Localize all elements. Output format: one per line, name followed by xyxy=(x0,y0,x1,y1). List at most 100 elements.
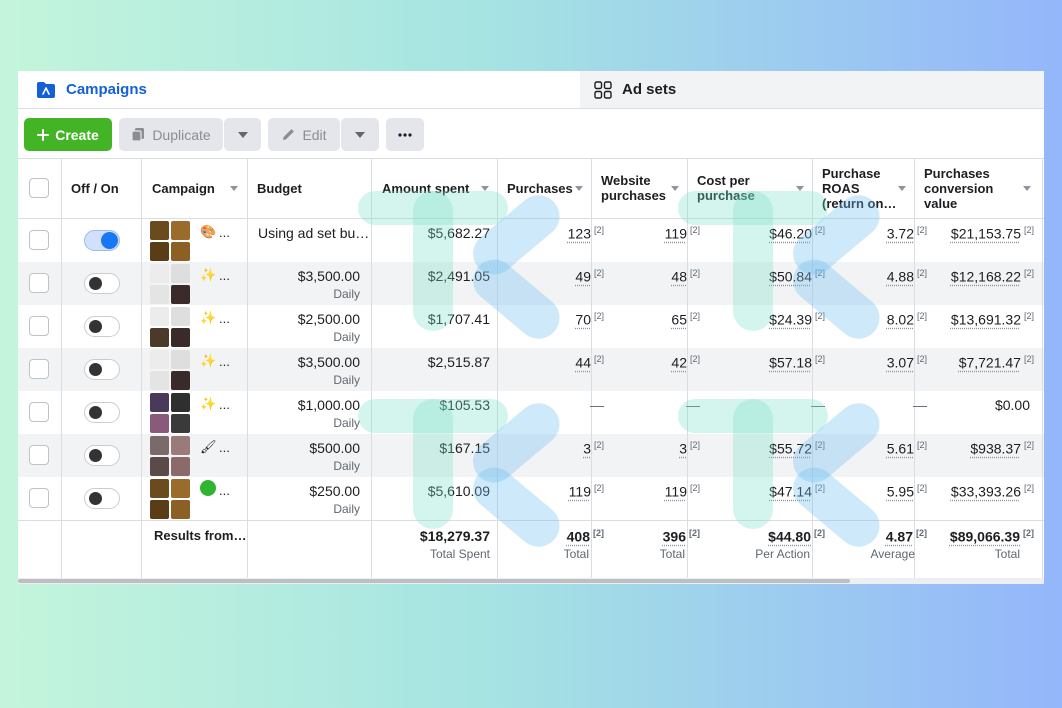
attribution-marker[interactable]: [2] xyxy=(1024,440,1034,450)
metric-cell-roas: 5.61 [2] xyxy=(887,440,927,457)
column-header-budget[interactable]: Budget xyxy=(257,158,302,218)
attribution-marker[interactable]: [2] xyxy=(690,354,700,364)
sort-caret-icon[interactable] xyxy=(575,186,583,191)
edit-dropdown-button[interactable] xyxy=(341,118,379,151)
metric-value: 119 xyxy=(664,225,687,242)
campaign-toggle[interactable] xyxy=(84,316,120,337)
metric-value: — xyxy=(913,397,927,413)
budget-type: Daily xyxy=(333,459,360,473)
amount-spent-value: $5,682.27 xyxy=(427,225,490,241)
attribution-marker[interactable]: [2] xyxy=(594,225,604,235)
attribution-marker[interactable]: [2] xyxy=(594,311,604,321)
attribution-marker[interactable]: [2] xyxy=(690,268,700,278)
budget-value: $3,500.00 xyxy=(297,268,360,284)
budget-type: Daily xyxy=(333,416,360,430)
row-checkbox[interactable] xyxy=(29,316,49,336)
conversion-value-cell: $7,721.47 [2] xyxy=(959,354,1034,371)
column-header-cost-per-purchase[interactable]: Cost per purchase xyxy=(697,158,755,218)
attribution-marker[interactable]: [2] xyxy=(917,354,927,364)
toggle-knob xyxy=(101,232,118,249)
campaign-thumbnail xyxy=(150,350,190,390)
attribution-marker[interactable]: [2] xyxy=(815,354,825,364)
attribution-marker[interactable]: [2] xyxy=(594,440,604,450)
column-header-conversion-value[interactable]: Purchases conversion value xyxy=(924,158,993,218)
sort-caret-icon[interactable] xyxy=(796,186,804,191)
thumbnail-image xyxy=(150,370,169,390)
duplicate-dropdown-button[interactable] xyxy=(224,118,261,151)
attribution-marker[interactable]: [2] xyxy=(1024,225,1034,235)
sort-caret-icon[interactable] xyxy=(898,186,906,191)
campaign-toggle[interactable] xyxy=(84,488,120,509)
sort-caret-icon[interactable] xyxy=(671,186,679,191)
duplicate-button[interactable]: Duplicate xyxy=(119,118,223,151)
attribution-marker[interactable]: [2] xyxy=(917,483,927,493)
row-checkbox[interactable] xyxy=(29,273,49,293)
attribution-marker[interactable]: [2] xyxy=(594,354,604,364)
horizontal-scrollbar[interactable] xyxy=(18,579,850,583)
attribution-marker[interactable]: [2] xyxy=(690,311,700,321)
attribution-marker[interactable]: [2] xyxy=(1024,354,1034,364)
sort-caret-icon[interactable] xyxy=(230,186,238,191)
attribution-marker[interactable]: [2] xyxy=(815,440,825,450)
attribution-marker[interactable]: [2] xyxy=(690,225,700,235)
row-checkbox[interactable] xyxy=(29,230,49,250)
attribution-marker[interactable]: [2] xyxy=(917,268,927,278)
row-checkbox[interactable] xyxy=(29,488,49,508)
attribution-marker[interactable]: [2] xyxy=(815,268,825,278)
sort-caret-icon[interactable] xyxy=(1023,186,1031,191)
attribution-marker[interactable]: [2] xyxy=(917,225,927,235)
metric-cell-roas: 4.88 [2] xyxy=(887,268,927,285)
row-checkbox[interactable] xyxy=(29,445,49,465)
metric-value: $57.18 xyxy=(769,354,812,371)
campaign-toggle[interactable] xyxy=(84,230,120,251)
metric-value: 3 xyxy=(583,440,591,457)
campaign-toggle[interactable] xyxy=(84,273,120,294)
metric-cell-roas: 3.07 [2] xyxy=(887,354,927,371)
row-checkbox[interactable] xyxy=(29,359,49,379)
attribution-marker[interactable]: [2] xyxy=(690,483,700,493)
tab-campaigns[interactable]: Campaigns xyxy=(24,71,577,108)
attribution-marker[interactable]: [2] xyxy=(917,311,927,321)
attribution-marker[interactable]: [2] xyxy=(815,311,825,321)
attribution-marker[interactable]: [2] xyxy=(690,440,700,450)
select-all-checkbox[interactable] xyxy=(29,178,49,198)
column-header-off-on[interactable]: Off / On xyxy=(71,158,119,218)
edit-button[interactable]: Edit xyxy=(268,118,340,151)
attribution-marker[interactable]: [2] xyxy=(815,483,825,493)
attribution-marker[interactable]: [2] xyxy=(1024,311,1034,321)
more-options-button[interactable] xyxy=(386,118,424,151)
attribution-marker[interactable]: [2] xyxy=(815,225,825,235)
attribution-marker[interactable]: [2] xyxy=(689,528,700,538)
attribution-marker[interactable]: [2] xyxy=(814,528,825,538)
campaign-toggle[interactable] xyxy=(84,359,120,380)
metric-cell-purchases: 3 [2] xyxy=(583,440,604,457)
attribution-marker[interactable]: [2] xyxy=(1023,528,1034,538)
sort-caret-icon[interactable] xyxy=(481,186,489,191)
campaign-toggle[interactable] xyxy=(84,445,120,466)
row-checkbox[interactable] xyxy=(29,402,49,422)
create-button[interactable]: Create xyxy=(24,118,112,151)
green-circle-icon xyxy=(200,480,216,496)
column-header-purchases[interactable]: Purchases xyxy=(507,158,573,218)
attribution-marker[interactable]: [2] xyxy=(594,268,604,278)
metric-cell-cost-per: — xyxy=(811,397,825,413)
column-header-campaign[interactable]: Campaign xyxy=(152,158,215,218)
tab-ad-sets[interactable]: Ad sets xyxy=(580,71,1044,108)
edit-button-label: Edit xyxy=(302,126,327,143)
column-header-label: Off / On xyxy=(71,180,119,196)
attribution-marker[interactable]: [2] xyxy=(917,440,927,450)
attribution-marker[interactable]: [2] xyxy=(1024,268,1034,278)
column-header-purchase-roas[interactable]: Purchase ROAS (return on… xyxy=(822,158,896,218)
attribution-marker[interactable]: [2] xyxy=(593,528,604,538)
campaign-name-truncated: ... xyxy=(219,440,230,455)
thumbnail-image xyxy=(150,479,169,498)
metric-value: $938.37 xyxy=(970,440,1021,457)
column-header-website-purchases[interactable]: Website purchases xyxy=(601,158,666,218)
metric-value: — xyxy=(590,397,604,413)
amount-spent-value: $167.15 xyxy=(439,440,490,456)
campaign-toggle[interactable] xyxy=(84,402,120,423)
attribution-marker[interactable]: [2] xyxy=(594,483,604,493)
attribution-marker[interactable]: [2] xyxy=(1024,483,1034,493)
attribution-marker[interactable]: [2] xyxy=(916,528,927,538)
column-header-amount-spent[interactable]: Amount spent xyxy=(382,158,469,218)
